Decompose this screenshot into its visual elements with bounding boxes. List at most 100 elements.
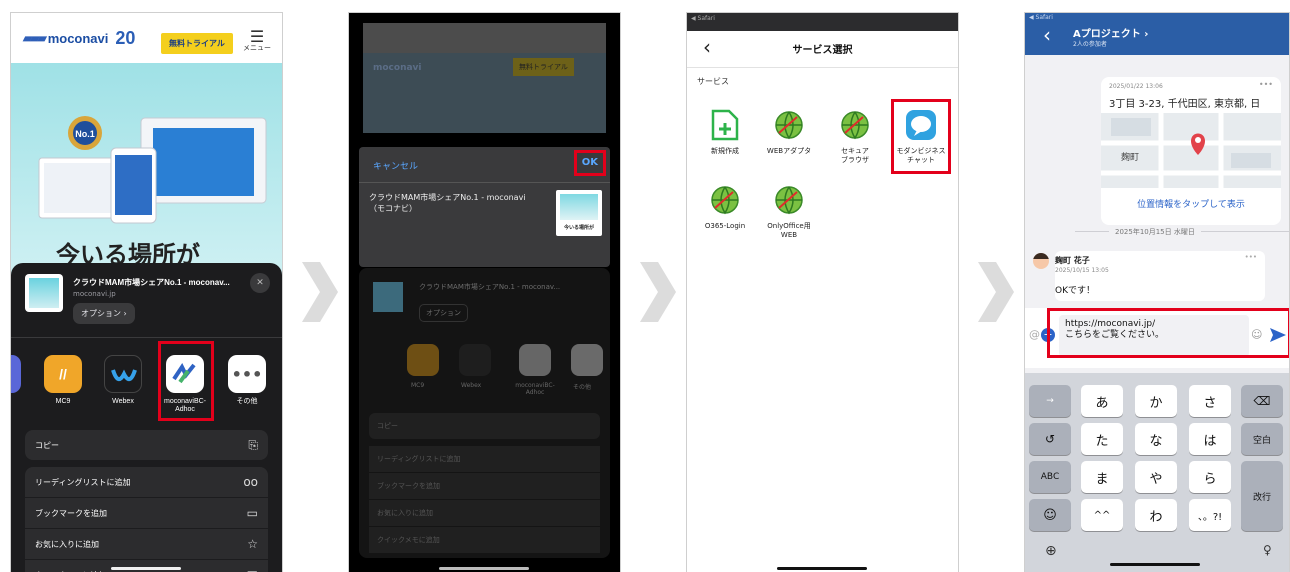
action-bookmark[interactable]: ブックマークを追加 ▭ (25, 498, 268, 528)
section-label: サービス (697, 77, 729, 86)
service-label: WEBアダプタ (766, 147, 812, 155)
message-more-icon[interactable]: ••• (1245, 253, 1257, 261)
hamburger-icon: ☰ (249, 27, 265, 46)
dim-action: ブックマークを追加 (369, 473, 600, 499)
key-ka[interactable]: か (1135, 385, 1177, 417)
map-address: 3丁目 3-23, 千代田区, 東京都, 日 (1109, 99, 1261, 110)
svg-text:No.1: No.1 (75, 129, 95, 139)
map-open-link[interactable]: 位置情報をタップして表示 (1101, 197, 1281, 210)
dimmed-webpage: moconavi 無料トライアル (363, 23, 606, 133)
step-arrow-2 (640, 262, 676, 322)
free-trial-button[interactable]: 無料トライアル (161, 33, 233, 54)
more-apps-icon[interactable]: ••• (228, 355, 266, 393)
dim-app-label: MC9 (411, 382, 425, 389)
message-bubble: 麹町 花子 2025/10/15 13:05 ••• OKです！ (1055, 251, 1265, 301)
post-dialog: キャンセル OK クラウドMAM市場シェアNo.1 - moconavi （モコ… (359, 147, 610, 267)
app-icon-partial[interactable] (11, 355, 21, 393)
mc9-app-icon[interactable]: // (44, 355, 82, 393)
home-indicator (439, 567, 529, 570)
backspace-key[interactable]: ⌫ (1241, 385, 1283, 417)
dim-app-label: その他 (573, 384, 592, 391)
webex-app-icon[interactable] (104, 355, 142, 393)
key-sa[interactable]: さ (1189, 385, 1231, 417)
back-to-safari[interactable]: ◀ Safari (687, 13, 958, 24)
cancel-button[interactable]: キャンセル (373, 159, 418, 172)
key-na[interactable]: な (1135, 423, 1177, 455)
back-to-safari[interactable]: ◀ Safari (1029, 14, 1053, 21)
post-thumbnail: 今いる場所が (556, 190, 602, 236)
space-key[interactable]: 空白 (1241, 423, 1283, 455)
key-a[interactable]: あ (1081, 385, 1123, 417)
dim-options: オプション (419, 304, 468, 322)
undo-key[interactable]: ↺ (1029, 423, 1071, 455)
logo-text: moconavi (47, 30, 109, 46)
dim-share-title: クラウドMAM市場シェアNo.1 - moconav... (419, 283, 561, 291)
memo-icon: ▣ (247, 568, 258, 572)
dim-thumbnail (373, 282, 403, 312)
options-button[interactable]: オプション › (73, 303, 135, 324)
new-document-icon[interactable] (709, 109, 741, 141)
post-text[interactable]: クラウドMAM市場シェアNo.1 - moconavi （モコナビ） (369, 192, 539, 214)
abc-key[interactable]: ABC (1029, 461, 1071, 493)
avatar[interactable] (1033, 253, 1049, 269)
dim-action: クイックメモに追加 (369, 527, 600, 553)
chat-title[interactable]: Aプロジェクト › (1073, 25, 1148, 40)
globe-icon[interactable] (709, 184, 741, 216)
highlight-frame (891, 99, 951, 174)
key-ta[interactable]: た (1081, 423, 1123, 455)
globe-icon[interactable] (773, 184, 805, 216)
microphone-icon[interactable]: ♀ (1263, 543, 1272, 557)
website-header: ▰▰▰ moconavi 20 (11, 13, 282, 63)
service-label: OnlyOffice用 WEB (767, 222, 811, 239)
more-apps-label: その他 (236, 398, 258, 405)
service-label: セキュア ブラウザ (841, 147, 869, 164)
key-kaomoji[interactable]: ^^ (1081, 499, 1123, 531)
action-copy[interactable]: コピー ⎘ (25, 430, 268, 460)
key-arrow[interactable]: → (1029, 385, 1071, 417)
action-label: ブックマークを追加 (35, 508, 107, 518)
globe-icon[interactable] (773, 109, 805, 141)
action-favorites[interactable]: お気に入りに追加 ☆ (25, 529, 268, 559)
dim-action: リーディングリストに追加 (369, 446, 600, 472)
divider (687, 67, 958, 68)
dim-more-icon (571, 344, 603, 376)
globe-icon[interactable] (839, 109, 871, 141)
home-indicator (777, 567, 867, 570)
page-thumbnail (25, 274, 63, 312)
more-options-icon[interactable]: ••• (1259, 80, 1273, 89)
action-quick-memo[interactable]: クイックメモに追加▣ (25, 560, 268, 572)
step1-share-sheet-screen: ▰▰▰ moconavi 20 無料トライアル ☰ メニュー No.1 今いる場… (10, 12, 283, 572)
close-icon: ✕ (256, 278, 264, 288)
svg-text://: // (59, 366, 67, 382)
key-ma[interactable]: ま (1081, 461, 1123, 493)
participant-count: 2人の参加者 (1073, 41, 1107, 48)
page-title: サービス選択 (792, 45, 853, 56)
divider (359, 182, 610, 183)
menu-button[interactable]: ☰ メニュー (243, 29, 271, 52)
key-ha[interactable]: は (1189, 423, 1231, 455)
globe-key-icon[interactable]: ⊕ (1045, 543, 1057, 559)
key-ra[interactable]: ら (1189, 461, 1231, 493)
return-key[interactable]: 改行 (1241, 461, 1283, 531)
mention-icon[interactable]: @ (1029, 328, 1040, 341)
copy-icon: ⎘ (248, 437, 258, 452)
service-label: 新規作成 (711, 147, 739, 155)
home-indicator (1110, 563, 1200, 566)
key-punctuation[interactable]: 、。?! (1189, 499, 1231, 531)
back-button[interactable]: ‹ (1043, 23, 1051, 47)
action-reading-list[interactable]: リーディングリストに追加 oo (25, 467, 268, 497)
key-ya[interactable]: や (1135, 461, 1177, 493)
map-label: 麹町 (1121, 151, 1139, 163)
dim-app-label: moconaviBC- Adhoc (515, 382, 555, 396)
emoji-key[interactable]: ☺ (1029, 499, 1071, 531)
key-wa[interactable]: わ (1135, 499, 1177, 531)
close-button[interactable]: ✕ (250, 273, 270, 293)
sender-name: 麹町 花子 (1055, 256, 1090, 265)
dim-bc-icon (519, 344, 551, 376)
dim-mc9-icon (407, 344, 439, 376)
location-card[interactable]: 2025/01/22 13:06 ••• 3丁目 3-23, 千代田区, 東京都… (1101, 77, 1281, 225)
glasses-icon: oo (243, 475, 258, 489)
options-label: オプション (81, 309, 121, 318)
moconavi-logo[interactable]: ▰▰▰ moconavi 20 (23, 28, 135, 49)
highlight-frame (574, 150, 606, 176)
